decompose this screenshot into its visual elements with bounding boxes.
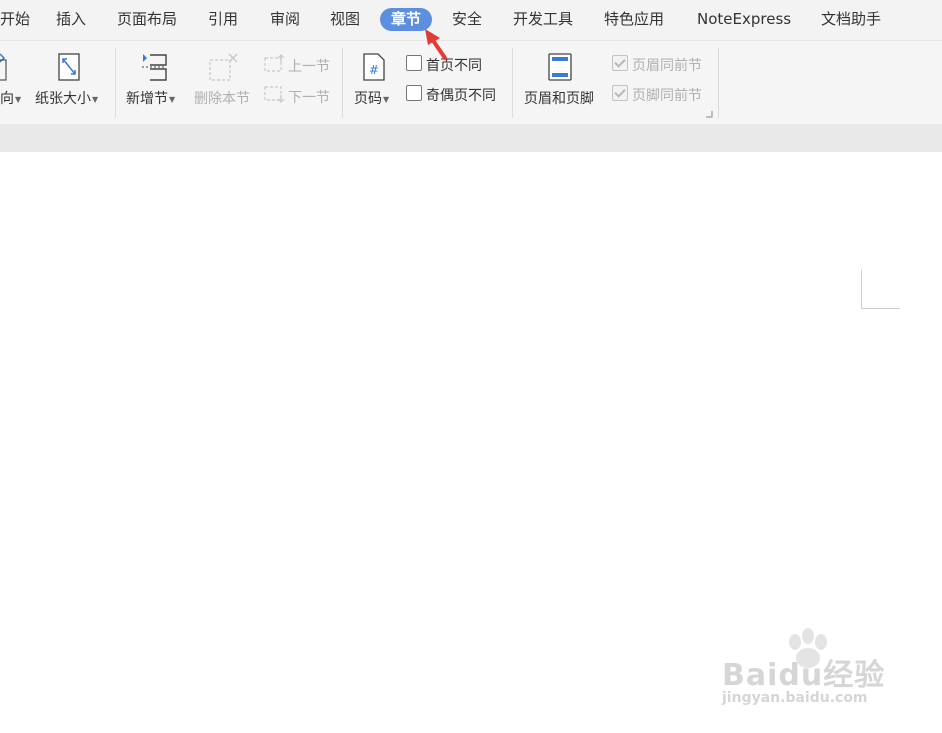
chevron-down-icon: ▼ — [15, 94, 22, 104]
dialog-launcher-icon[interactable] — [705, 110, 713, 118]
orientation-label: 向 — [0, 91, 14, 107]
tab-doc-assistant[interactable]: 文档助手 — [821, 8, 881, 31]
new-section-label: 新增节 — [126, 91, 168, 107]
chevron-down-icon: ▼ — [169, 94, 176, 104]
odd-even-different-checkbox[interactable] — [406, 85, 422, 101]
chevron-down-icon: ▼ — [383, 94, 390, 104]
tab-insert[interactable]: 插入 — [56, 8, 86, 31]
tab-noteexpress[interactable]: NoteExpress — [697, 8, 791, 31]
tab-developer-tools[interactable]: 开发工具 — [513, 8, 573, 31]
delete-section-icon — [209, 53, 238, 81]
new-section-button[interactable]: 新增节▼ — [126, 88, 175, 108]
first-page-different-checkbox[interactable] — [406, 55, 422, 71]
footer-same-as-previous-checkbox[interactable] — [612, 85, 628, 101]
tab-references[interactable]: 引用 — [208, 8, 238, 31]
page-number-label: 页码 — [354, 91, 382, 107]
previous-section-button[interactable]: 上一节 — [288, 56, 330, 76]
tab-page-layout[interactable]: 页面布局 — [117, 8, 177, 31]
ribbon-divider — [718, 48, 719, 118]
tab-special-apps[interactable]: 特色应用 — [604, 8, 664, 31]
tab-view[interactable]: 视图 — [330, 8, 360, 31]
page-number-button[interactable]: 页码▼ — [354, 88, 389, 108]
footer-same-as-previous-label: 页脚同前节 — [632, 88, 702, 104]
tab-security[interactable]: 安全 — [452, 8, 482, 31]
ribbon-divider — [342, 48, 343, 118]
ruler-area — [0, 124, 942, 152]
ribbon-divider — [512, 48, 513, 118]
header-footer-icon — [548, 53, 572, 81]
paper-size-button[interactable]: 纸张大小▼ — [35, 88, 98, 108]
page-number-icon: # — [363, 53, 385, 81]
delete-section-button[interactable]: 删除本节 — [194, 88, 250, 108]
header-footer-button[interactable]: 页眉和页脚 — [524, 88, 594, 108]
tab-start[interactable]: 开始 — [0, 8, 30, 31]
next-section-button[interactable]: 下一节 — [288, 87, 330, 107]
new-section-icon — [142, 54, 167, 81]
orientation-button[interactable]: 向▼ — [0, 88, 21, 108]
header-same-as-previous-label: 页眉同前节 — [632, 58, 702, 74]
tab-section[interactable]: 章节 — [380, 8, 433, 31]
watermark-logo-text: Baidu经验 — [722, 658, 886, 693]
paper-size-label: 纸张大小 — [35, 91, 91, 107]
orientation-icon — [0, 53, 7, 81]
odd-even-different-label: 奇偶页不同 — [426, 88, 496, 104]
ribbon-divider — [115, 48, 116, 118]
chevron-down-icon: ▼ — [92, 94, 99, 104]
svg-text:#: # — [369, 63, 379, 77]
paper-size-icon — [58, 53, 80, 81]
header-same-as-previous-checkbox[interactable] — [612, 55, 628, 71]
page-margin-corner-mark — [861, 270, 900, 309]
first-page-different-label: 首页不同 — [426, 58, 482, 74]
previous-section-icon — [264, 54, 285, 72]
tab-review[interactable]: 审阅 — [270, 8, 300, 31]
watermark-url: jingyan.baidu.com — [722, 690, 868, 706]
ribbon-tab-bar: 开始 插入 页面布局 引用 审阅 视图 章节 安全 开发工具 特色应用 Note… — [0, 0, 942, 40]
next-section-icon — [264, 86, 285, 103]
